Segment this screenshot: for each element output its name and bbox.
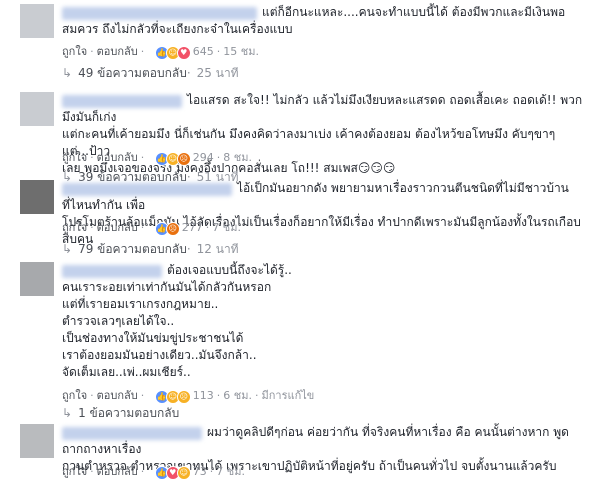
reaction-count: 277 — [181, 221, 203, 234]
like-link[interactable]: ถูกใจ — [62, 465, 87, 478]
replies-row[interactable]: ↳ 49 ข้อความตอบกลับ· 25 นาที — [62, 64, 239, 83]
reaction-count: 294 — [192, 151, 214, 164]
avatar[interactable] — [20, 262, 54, 296]
reaction-count: 113 — [192, 389, 214, 402]
reply-link[interactable]: ตอบกลับ — [97, 151, 138, 164]
reply-link[interactable]: ตอบกลับ — [97, 465, 138, 478]
avatar[interactable] — [20, 4, 54, 38]
reaction-count: 73 — [192, 465, 207, 478]
comment-actions: ถูกใจ · ตอบกลับ · 👍 ☺ ☹ 294 · 8 ชม. — [62, 151, 252, 166]
avatar[interactable] — [20, 92, 54, 126]
reply-link[interactable]: ตอบกลับ — [97, 389, 138, 402]
avatar[interactable] — [20, 180, 54, 214]
comment-text: แต่ก็อีกนะแหละ....คนจะทำแบบนี้ได้ ต้องมี… — [62, 5, 566, 36]
reply-link[interactable]: ตอบกลับ — [97, 221, 138, 234]
replies-count[interactable]: 1 ข้อความตอบกลับ — [78, 406, 179, 420]
haha-icon: ☺ — [176, 465, 191, 480]
like-link[interactable]: ถูกใจ — [62, 221, 87, 234]
replies-count[interactable]: 79 ข้อความตอบกลับ — [78, 242, 187, 256]
comment-actions: ถูกใจ · ตอบกลับ · 👍 ☺ ♥ 645 · 15 ชม. — [62, 45, 259, 60]
reactions[interactable]: 👍 ☺ ☹ — [154, 151, 191, 166]
comment-actions: ถูกใจ · ตอบกลับ · 👍 ☺ ☹ 113 · 6 ชม. · มีการแก้ไข — [62, 389, 315, 404]
comment-time[interactable]: 15 ชม. — [223, 45, 259, 58]
comment-time[interactable]: 8 ชม. — [223, 151, 252, 164]
comment-actions: ถูกใจ · ตอบกลับ · 👍 ☹ 277 · 7 ชม. — [62, 221, 241, 236]
avatar[interactable] — [20, 424, 54, 458]
reply-link[interactable]: ตอบกลับ — [97, 45, 138, 58]
love-icon: ♥ — [176, 45, 191, 60]
reactions[interactable]: 👍 ☺ ♥ — [154, 45, 191, 60]
edited-label[interactable]: มีการแก้ไข — [261, 389, 314, 402]
like-link[interactable]: ถูกใจ — [62, 151, 87, 164]
comment-text: ไอ้เป็กมันอยากดัง พยายามหาเรื่องราวกวนตี… — [62, 181, 581, 246]
comment-text: ต้องเจอแบบนี้ถึงจะได้รู้.. คนเราระอยเท่า… — [62, 263, 292, 379]
sad-icon: ☹ — [176, 389, 191, 404]
reactions[interactable]: 👍 ☺ ☹ — [154, 389, 191, 404]
reply-arrow-icon: ↳ — [62, 242, 73, 256]
replies-count[interactable]: 49 ข้อความตอบกลับ — [78, 66, 187, 80]
replies-time: 25 นาที — [196, 66, 239, 80]
comment-time[interactable]: 7 ชม. — [216, 465, 245, 478]
comment-time[interactable]: 7 ชม. — [212, 221, 241, 234]
reply-arrow-icon: ↳ — [62, 406, 73, 420]
reactions[interactable]: 👍 ♥ ☺ — [154, 465, 191, 480]
replies-row[interactable]: ↳ 79 ข้อความตอบกลับ· 12 นาที — [62, 240, 239, 259]
angry-icon: ☹ — [176, 151, 191, 166]
comment-time[interactable]: 6 ชม. — [223, 389, 252, 402]
reactions[interactable]: 👍 ☹ — [154, 221, 180, 236]
replies-row[interactable]: ↳ 1 ข้อความตอบกลับ — [62, 404, 179, 423]
comment-actions: ถูกใจ · ตอบกลับ · 👍 ♥ ☺ 73 · 7 ชม. — [62, 465, 245, 480]
reply-arrow-icon: ↳ — [62, 66, 73, 80]
like-link[interactable]: ถูกใจ — [62, 389, 87, 402]
angry-icon: ☹ — [165, 221, 180, 236]
like-link[interactable]: ถูกใจ — [62, 45, 87, 58]
replies-time: 12 นาที — [196, 242, 239, 256]
reaction-count: 645 — [192, 45, 214, 58]
